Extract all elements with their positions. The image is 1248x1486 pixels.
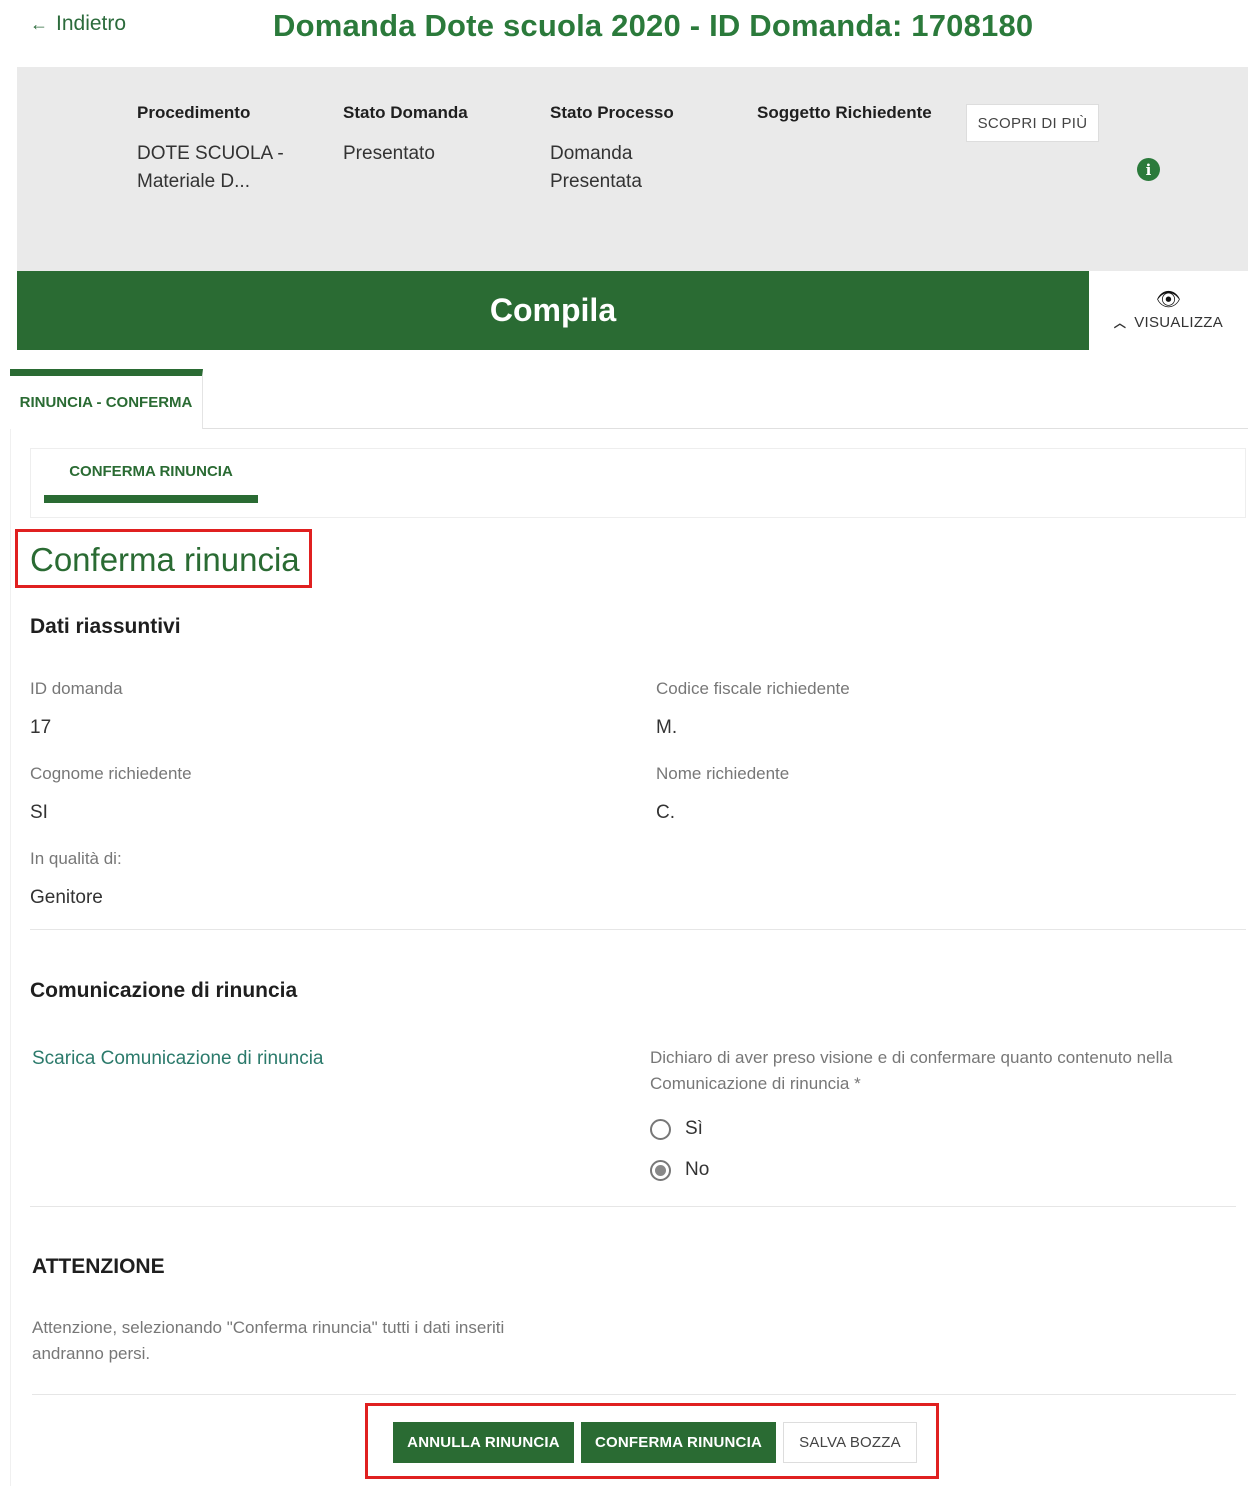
tab-rinuncia-conferma[interactable]: RINUNCIA - CONFERMA [10, 369, 203, 429]
stato-domanda-value: Presentato [343, 143, 435, 164]
soggetto-column: Soggetto Richiedente [757, 103, 947, 140]
declare-label: Dichiaro di aver preso visione e di conf… [650, 1048, 1173, 1093]
comunicazione-heading: Comunicazione di rinuncia [30, 979, 298, 1002]
eye-icon: 👁 [1155, 288, 1182, 311]
cognome-label: Cognome richiedente [30, 764, 192, 783]
scopri-di-piu-button[interactable]: SCOPRI DI PIÙ [966, 104, 1099, 142]
info-panel: Procedimento DOTE SCUOLA - Materiale D..… [17, 67, 1248, 272]
stato-processo-label: Stato Processo [550, 103, 674, 122]
radio-si[interactable]: Sì [650, 1118, 703, 1140]
radio-no[interactable]: No [650, 1159, 709, 1181]
download-comunicazione-link[interactable]: Scarica Comunicazione di rinuncia [32, 1048, 323, 1070]
codice-fiscale-value: M. [656, 717, 678, 738]
nome-value: C. [656, 802, 675, 823]
compila-label: Compila [489, 292, 617, 328]
subtab-active-indicator [44, 495, 258, 503]
qualita-label: In qualità di: [30, 849, 122, 868]
highlight-box-buttons [365, 1403, 939, 1479]
cognome-value: SI [30, 802, 48, 823]
stato-processo-column: Stato Processo Domanda Presentata [550, 103, 680, 196]
stato-domanda-column: Stato Domanda Presentato [343, 103, 523, 168]
page-title: Domanda Dote scuola 2020 - ID Domanda: 1… [273, 8, 1034, 43]
id-domanda-label: ID domanda [30, 679, 123, 698]
procedimento-value: DOTE SCUOLA - Materiale D... [137, 143, 284, 192]
radio-selected-dot [655, 1164, 666, 1176]
visualizza-label: VISUALIZZA [1134, 313, 1224, 331]
visualizza-toggle[interactable]: 👁 ︿ VISUALIZZA [1089, 271, 1248, 350]
procedimento-label: Procedimento [137, 103, 251, 122]
tab-divider [203, 428, 1248, 429]
compila-bar: Compila [17, 271, 1089, 350]
radio-no-label: No [685, 1159, 710, 1180]
qualita-value: Genitore [30, 887, 103, 908]
stato-processo-value: Domanda Presentata [550, 143, 642, 192]
id-domanda-value: 17 [30, 717, 52, 738]
arrow-left-icon: ← [30, 13, 48, 34]
divider [30, 929, 1246, 930]
highlight-box-title [15, 529, 312, 588]
radio-si-label: Sì [685, 1118, 703, 1139]
chevron-up-icon: ︿ [1113, 315, 1127, 330]
back-link[interactable]: ← Indietro [30, 12, 126, 36]
attenzione-text: Attenzione, selezionando "Conferma rinun… [32, 1318, 505, 1363]
codice-fiscale-label: Codice fiscale richiedente [656, 679, 850, 698]
radio-no-circle[interactable] [650, 1159, 671, 1181]
stato-domanda-label: Stato Domanda [343, 103, 468, 122]
content-border [10, 429, 11, 1486]
attenzione-heading: ATTENZIONE [32, 1255, 165, 1278]
dati-riassuntivi-heading: Dati riassuntivi [30, 615, 181, 638]
radio-si-circle[interactable] [650, 1118, 671, 1140]
divider [30, 1206, 1236, 1207]
nome-label: Nome richiedente [656, 764, 790, 783]
info-icon[interactable]: i [1137, 158, 1160, 181]
procedimento-column: Procedimento DOTE SCUOLA - Materiale D..… [137, 103, 317, 196]
divider [32, 1394, 1236, 1395]
back-label: Indietro [56, 12, 127, 35]
soggetto-label: Soggetto Richiedente [757, 103, 932, 122]
